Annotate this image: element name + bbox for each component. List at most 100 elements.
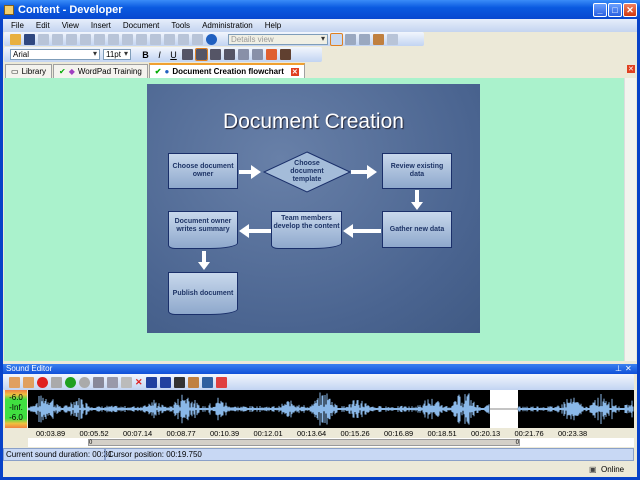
justify-icon[interactable] xyxy=(224,49,235,60)
scroll-thumb[interactable]: 00 xyxy=(88,439,520,446)
time-label: 00:16.89 xyxy=(384,429,414,438)
delete-icon[interactable] xyxy=(94,33,105,45)
bold-button[interactable]: B xyxy=(140,50,151,60)
meter-top: -6.0 xyxy=(9,393,23,402)
numbering-icon[interactable] xyxy=(252,49,263,60)
close-button[interactable]: ✕ xyxy=(623,3,637,17)
arrow-down xyxy=(198,251,210,270)
online-status: Online xyxy=(601,465,625,474)
arrow-left xyxy=(343,224,381,238)
menu-help[interactable]: Help xyxy=(265,21,281,30)
stop-icon[interactable] xyxy=(79,376,90,388)
title-bar: Content - Developer _ □ ✕ xyxy=(0,0,640,19)
cut-icon[interactable] xyxy=(93,376,104,388)
record-options-icon[interactable] xyxy=(51,376,62,388)
waveform-samples xyxy=(28,392,634,426)
check-icon: ✔ xyxy=(154,67,162,76)
arrow-left xyxy=(239,224,271,238)
open-icon[interactable] xyxy=(10,33,21,45)
undo-icon[interactable] xyxy=(122,33,133,45)
effects-icon[interactable] xyxy=(201,376,213,388)
bullets-icon[interactable] xyxy=(238,49,249,60)
align-left-icon[interactable] xyxy=(182,49,193,60)
sound-editor-toolbar: ✕ xyxy=(3,374,634,390)
crop-icon[interactable] xyxy=(173,376,185,388)
spectrum-icon[interactable] xyxy=(215,376,227,388)
waveform[interactable] xyxy=(28,390,634,428)
waveform-path xyxy=(28,392,634,426)
tab-wordpad-training[interactable]: ✔ ◆ WordPad Training xyxy=(53,64,148,78)
select-all-icon[interactable] xyxy=(145,376,157,388)
play-icon[interactable] xyxy=(65,376,76,388)
zoom-icon[interactable] xyxy=(187,376,199,388)
paste-icon[interactable] xyxy=(121,376,132,388)
close-panel-icon[interactable]: ✕ xyxy=(625,364,632,374)
align-right-icon[interactable] xyxy=(210,49,221,60)
vertical-scrollbar[interactable] xyxy=(624,78,636,361)
properties-icon[interactable] xyxy=(108,33,119,45)
italic-button[interactable]: I xyxy=(154,50,165,60)
library-icon: ▭ xyxy=(11,67,19,76)
time-label: 00:20.13 xyxy=(471,429,501,438)
append-sound-icon[interactable] xyxy=(23,376,34,388)
refresh-icon[interactable] xyxy=(387,33,398,45)
menu-tools[interactable]: Tools xyxy=(171,21,190,30)
paste-icon[interactable] xyxy=(80,33,91,45)
time-label: 00:07.14 xyxy=(123,429,153,438)
underline-button[interactable]: U xyxy=(168,50,179,60)
find-icon[interactable] xyxy=(178,33,189,45)
arrow-down xyxy=(411,190,423,210)
align-center-icon[interactable] xyxy=(195,48,208,61)
collapse-icon[interactable] xyxy=(164,33,175,45)
close-all-tabs-icon[interactable]: ✕ xyxy=(627,65,635,73)
menu-administration[interactable]: Administration xyxy=(202,21,253,30)
save-icon[interactable] xyxy=(24,33,35,45)
pin-icon[interactable]: ⊥ xyxy=(615,364,622,374)
time-label: 00:13.64 xyxy=(297,429,327,438)
delete-icon[interactable]: ✕ xyxy=(135,377,143,388)
arrow-right xyxy=(239,165,261,179)
font-select[interactable]: Arial xyxy=(10,49,100,60)
view-select[interactable]: Details view xyxy=(228,33,328,45)
print-icon[interactable] xyxy=(38,33,49,45)
tab-document-creation-flowchart[interactable]: ✔ ● Document Creation flowchart ✕ xyxy=(148,63,305,78)
record-icon[interactable] xyxy=(37,376,48,388)
close-tab-icon[interactable]: ✕ xyxy=(290,67,299,76)
redo-icon[interactable] xyxy=(136,33,147,45)
help-icon[interactable] xyxy=(206,33,217,45)
arrow-right xyxy=(351,165,377,179)
time-label: 00:15.26 xyxy=(340,429,370,438)
cut-icon[interactable] xyxy=(52,33,63,45)
wordpad-icon: ◆ xyxy=(68,67,75,76)
tab-library[interactable]: ▭ Library xyxy=(5,64,53,78)
waveform-scrollbar[interactable]: 00 xyxy=(28,438,634,447)
maximize-button[interactable]: □ xyxy=(608,3,622,17)
time-label: 00:05.52 xyxy=(79,429,109,438)
layout-vertical-icon[interactable] xyxy=(359,33,370,45)
layout-details-icon[interactable] xyxy=(330,32,343,46)
node-review-data: Review existing data xyxy=(382,153,452,189)
copy-icon[interactable] xyxy=(107,376,118,388)
menu-view[interactable]: View xyxy=(62,21,79,30)
node-choose-template: Choose document template xyxy=(290,160,324,183)
online-icon: ▣ xyxy=(589,465,597,474)
publish-icon[interactable] xyxy=(373,33,384,45)
app-icon xyxy=(4,4,14,15)
markers-icon[interactable] xyxy=(159,376,171,388)
sound-duration: Current sound duration: 00:31 xyxy=(3,448,112,461)
menu-insert[interactable]: Insert xyxy=(91,21,111,30)
color-icon[interactable] xyxy=(266,49,277,60)
menu-edit[interactable]: Edit xyxy=(36,21,50,30)
menu-file[interactable]: File xyxy=(11,21,24,30)
time-label: 00:23.38 xyxy=(558,429,588,438)
copy-icon[interactable] xyxy=(66,33,77,45)
layout-horizontal-icon[interactable] xyxy=(345,33,356,45)
expand-icon[interactable] xyxy=(150,33,161,45)
menu-bar: File Edit View Insert Document Tools Adm… xyxy=(3,19,637,32)
insert-sound-icon[interactable] xyxy=(9,376,20,388)
fill-icon[interactable] xyxy=(280,49,291,60)
font-size-select[interactable]: 11pt xyxy=(103,49,131,60)
spellcheck-icon[interactable] xyxy=(192,33,203,45)
minimize-button[interactable]: _ xyxy=(593,3,607,17)
menu-document[interactable]: Document xyxy=(123,21,159,30)
